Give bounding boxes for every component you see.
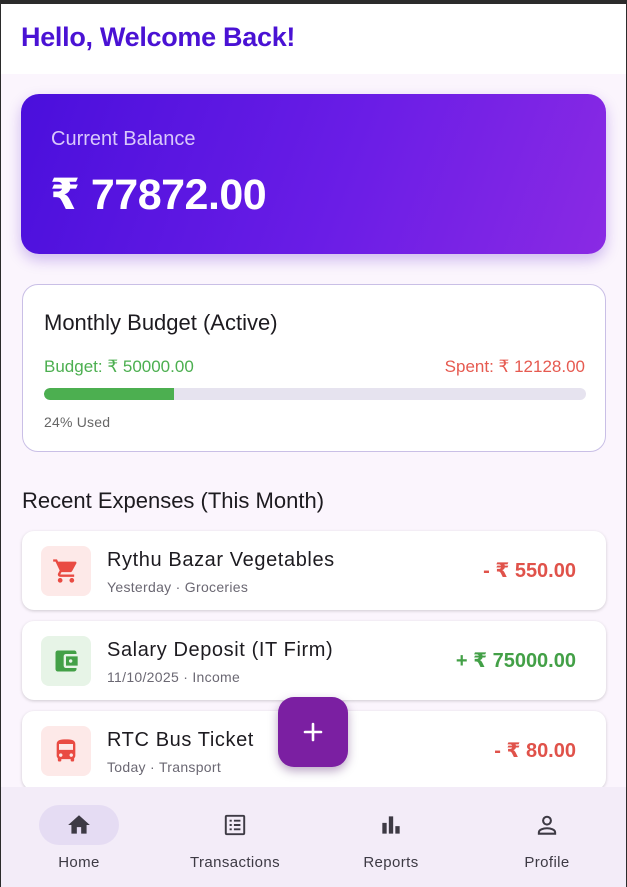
- budget-progress-bar: [44, 388, 586, 400]
- transaction-meta: Yesterday · Groceries: [107, 579, 249, 595]
- spent-amount: Spent: ₹ 12128.00: [444, 357, 585, 376]
- balance-label: Current Balance: [51, 128, 196, 150]
- transaction-item[interactable]: Salary Deposit (IT Firm) 11/10/2025 · In…: [22, 621, 606, 700]
- transaction-amount: - ₹ 80.00: [494, 740, 576, 762]
- transaction-title: Rythu Bazar Vegetables: [107, 549, 335, 571]
- nav-item-home[interactable]: Home: [14, 805, 144, 875]
- recent-expenses-title: Recent Expenses (This Month): [22, 488, 325, 513]
- budget-used-label: 24% Used: [44, 414, 111, 430]
- bar-chart-icon: [382, 816, 400, 834]
- bottom-navigation: Home Transactions Reports Profile: [1, 787, 626, 887]
- main-content[interactable]: Current Balance ₹ 77872.00 Monthly Budge…: [1, 74, 626, 787]
- nav-item-transactions[interactable]: Transactions: [170, 805, 300, 875]
- app-screen: Hello, Welcome Back! Current Balance ₹ 7…: [1, 4, 626, 887]
- cart-icon: [41, 546, 91, 596]
- balance-card: Current Balance ₹ 77872.00: [21, 94, 606, 254]
- app-bar: Hello, Welcome Back!: [1, 4, 626, 74]
- transaction-amount: - ₹ 550.00: [483, 560, 576, 582]
- budget-progress-fill: [44, 388, 175, 400]
- balance-value: ₹ 77872.00: [50, 171, 267, 219]
- nav-item-profile[interactable]: Profile: [482, 805, 612, 875]
- add-transaction-button[interactable]: [278, 697, 348, 767]
- nav-label-home: Home: [58, 854, 100, 871]
- transaction-meta: 11/10/2025 · Income: [107, 669, 241, 685]
- plus-icon: [303, 722, 323, 742]
- person-icon: [537, 815, 557, 835]
- transaction-title: RTC Bus Ticket: [107, 729, 254, 751]
- budget-title: Monthly Budget (Active): [44, 310, 278, 335]
- receipt-icon: [224, 814, 246, 836]
- transaction-amount: + ₹ 75000.00: [455, 650, 576, 672]
- home-icon: [68, 815, 90, 834]
- budget-card[interactable]: Monthly Budget (Active) Budget: ₹ 50000.…: [22, 284, 606, 452]
- transaction-meta: Today · Transport: [107, 759, 222, 775]
- nav-item-reports[interactable]: Reports: [326, 805, 456, 875]
- budget-amount: Budget: ₹ 50000.00: [44, 357, 194, 376]
- nav-label-transactions: Transactions: [189, 854, 281, 871]
- page-title: Hello, Welcome Back!: [21, 22, 296, 52]
- bus-icon: [41, 726, 91, 776]
- nav-label-profile: Profile: [524, 854, 570, 871]
- transaction-title: Salary Deposit (IT Firm): [107, 639, 334, 661]
- nav-label-reports: Reports: [363, 854, 419, 871]
- wallet-icon: [41, 636, 91, 686]
- transaction-item[interactable]: Rythu Bazar Vegetables Yesterday · Groce…: [22, 531, 606, 610]
